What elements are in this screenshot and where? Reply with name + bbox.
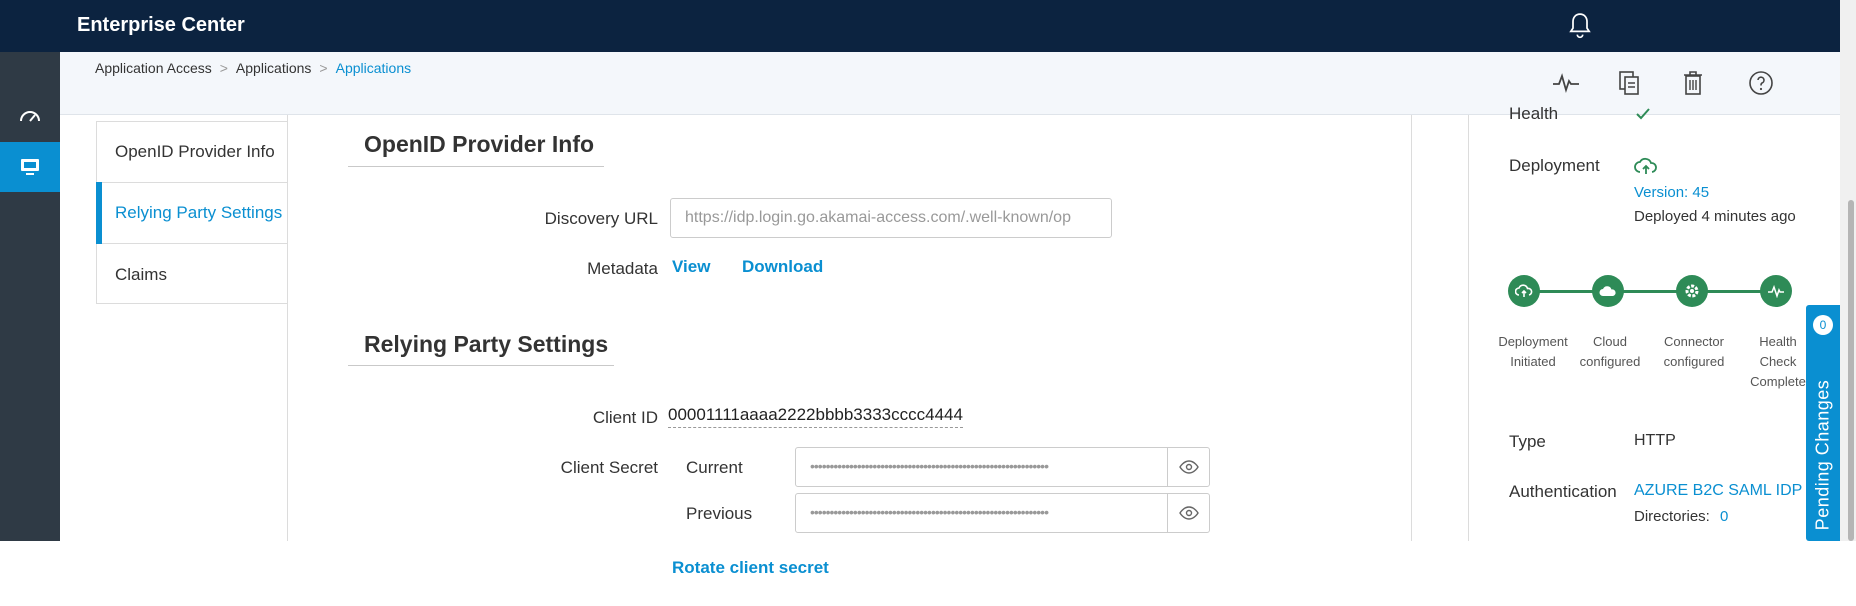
scrollbar-thumb[interactable] — [1848, 200, 1854, 541]
previous-secret-value: ••••••••••••••••••••••••••••••••••••••••… — [810, 504, 1049, 520]
rail-dashboard[interactable] — [0, 90, 60, 140]
previous-secret-field[interactable]: ••••••••••••••••••••••••••••••••••••••••… — [795, 493, 1210, 533]
discovery-url-label: Discovery URL — [544, 209, 658, 228]
section-underline — [348, 365, 614, 366]
health-label: Health — [1509, 104, 1559, 123]
tab-openid-provider-info[interactable]: OpenID Provider Info — [97, 122, 288, 183]
client-id-value[interactable]: 00001111aaaa2222bbbb3333cccc4444 — [668, 405, 963, 428]
section-underline — [348, 166, 604, 167]
left-rail — [0, 52, 60, 541]
step-cloud-configured — [1592, 275, 1624, 307]
breadcrumb-separator: > — [319, 60, 328, 76]
cloud-icon — [1599, 286, 1616, 296]
step-label-line: Connector — [1664, 334, 1724, 349]
step-label: Cloud configured — [1565, 332, 1655, 372]
step-label-line: configured — [1663, 354, 1725, 369]
settings-tabs: OpenID Provider Info Relying Party Setti… — [96, 121, 288, 304]
help-icon[interactable] — [1746, 68, 1776, 98]
monitor-icon — [21, 159, 39, 175]
step-connector-configured — [1676, 275, 1708, 307]
breadcrumb-current[interactable]: Applications — [336, 60, 412, 76]
pending-changes-label: Pending Changes — [1812, 379, 1833, 531]
metadata-download-link[interactable]: Download — [742, 257, 823, 277]
bottom-area — [0, 541, 1856, 606]
top-navbar: Enterprise Center — [0, 0, 1840, 52]
app-title[interactable]: Enterprise Center — [77, 14, 245, 37]
cloud-upload-icon — [1634, 157, 1657, 174]
deployed-time: Deployed 4 minutes ago — [1634, 208, 1796, 225]
type-label: Type — [1509, 432, 1546, 451]
breadcrumb-separator: > — [219, 60, 228, 76]
client-id-label: Client ID — [592, 408, 658, 427]
step-label-line: configured — [1579, 354, 1641, 369]
authentication-link[interactable]: AZURE B2C SAML IDP — [1634, 482, 1802, 500]
activity-icon — [1768, 284, 1784, 298]
content-divider — [1411, 115, 1412, 541]
page-header: Application Access > Applications > Appl… — [60, 52, 1840, 115]
directories-label: Directories: — [1634, 508, 1710, 525]
metadata-view-link[interactable]: View — [672, 257, 710, 277]
step-label-line: Cloud — [1593, 334, 1627, 349]
activity-icon[interactable] — [1551, 68, 1581, 98]
breadcrumb: Application Access > Applications > Appl… — [95, 60, 411, 76]
check-icon — [1636, 108, 1650, 120]
tab-relying-party-settings[interactable]: Relying Party Settings — [96, 182, 288, 244]
section-title-openid: OpenID Provider Info — [364, 131, 595, 157]
directories-count[interactable]: 0 — [1720, 508, 1728, 525]
trash-icon[interactable] — [1678, 68, 1708, 98]
authentication-label: Authentication — [1509, 482, 1617, 501]
copy-icon[interactable] — [1614, 68, 1644, 98]
previous-secret-label: Previous — [686, 504, 753, 523]
pending-changes-tab[interactable]: 0 Pending Changes — [1806, 305, 1840, 541]
rail-applications[interactable] — [0, 142, 60, 192]
version-link[interactable]: Version: 45 — [1634, 184, 1709, 201]
discovery-url-field[interactable]: https://idp.login.go.akamai-access.com/.… — [670, 198, 1112, 238]
content-divider — [287, 115, 288, 541]
rotate-client-secret-link[interactable]: Rotate client secret — [672, 558, 829, 578]
step-deployment-initiated — [1508, 275, 1540, 307]
current-secret-label: Current — [686, 458, 743, 477]
gear-icon — [1685, 284, 1699, 298]
step-label: Connector configured — [1649, 332, 1739, 372]
current-secret-value: ••••••••••••••••••••••••••••••••••••••••… — [810, 458, 1049, 474]
eye-icon[interactable] — [1167, 448, 1209, 486]
step-health-check — [1760, 275, 1792, 307]
cloud-upload-icon — [1515, 284, 1533, 297]
app-root: Enterprise Center Application Access > A — [0, 0, 1856, 606]
speedometer-icon — [20, 111, 40, 122]
client-secret-label: Client Secret — [560, 458, 658, 477]
current-secret-field[interactable]: ••••••••••••••••••••••••••••••••••••••••… — [795, 447, 1210, 487]
section-title-relying-party: Relying Party Settings — [364, 331, 609, 357]
breadcrumb-applications[interactable]: Applications — [236, 60, 312, 76]
type-value: HTTP — [1634, 432, 1676, 449]
bell-icon[interactable] — [1567, 12, 1593, 40]
tab-claims[interactable]: Claims — [97, 244, 288, 305]
eye-icon[interactable] — [1167, 494, 1209, 532]
breadcrumb-application-access[interactable]: Application Access — [95, 60, 212, 76]
deployment-label: Deployment — [1509, 156, 1600, 175]
deployment-progress-line — [1524, 290, 1776, 293]
pending-count-badge: 0 — [1813, 315, 1833, 335]
panel-divider — [1468, 115, 1469, 541]
metadata-label: Metadata — [587, 259, 658, 278]
